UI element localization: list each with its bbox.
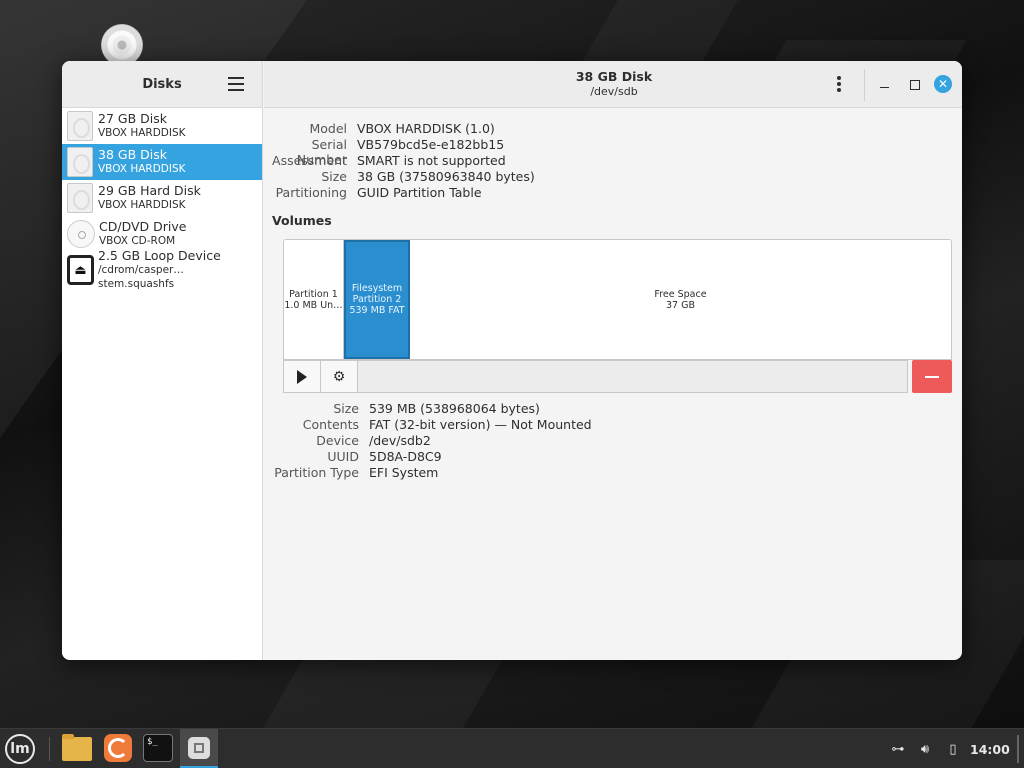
info-label: UUID [327, 449, 359, 464]
info-value: 539 MB (538968064 bytes) [369, 401, 540, 416]
disk-item-29gb[interactable]: 29 GB Hard Disk VBOX HARDDISK [62, 180, 262, 216]
clock[interactable]: 14:00 [970, 729, 1010, 768]
disks-window: Disks 27 GB Disk VBOX HARDDISK 38 GB Dis… [62, 61, 962, 660]
disk-item-loop[interactable]: ⏏ 2.5 GB Loop Device /cdrom/casper… stem… [62, 248, 262, 290]
desktop-cd-icon[interactable] [101, 24, 143, 66]
disk-name: CD/DVD Drive [99, 219, 187, 234]
info-label: Size [333, 401, 359, 416]
eject-icon: ⏏ [67, 255, 94, 285]
info-value: FAT (32-bit version) — Not Mounted [369, 417, 592, 432]
partition-info: Size 539 MB (538968064 bytes) Contents F… [264, 401, 592, 481]
part-row-type: Partition Type EFI System [264, 465, 592, 481]
volume-toolbar: ⚙ [283, 360, 908, 393]
sidebar-header: Disks [62, 61, 262, 108]
info-value: VB579bcd5e-e182bb15 [357, 137, 505, 152]
part-row-contents: Contents FAT (32-bit version) — Not Moun… [264, 417, 592, 433]
network-icon[interactable]: ⊶ [889, 729, 907, 768]
maximize-button[interactable] [906, 75, 924, 93]
disk-item-27gb[interactable]: 27 GB Disk VBOX HARDDISK [62, 108, 262, 144]
disk-name: 38 GB Disk [98, 147, 167, 162]
close-button[interactable]: ✕ [934, 75, 952, 93]
disk-info: Model VBOX HARDDISK (1.0) Serial Number … [264, 121, 535, 201]
disk-name: 27 GB Disk [98, 111, 167, 126]
info-label: Size [321, 169, 347, 184]
show-desktop-button[interactable] [1017, 735, 1019, 763]
info-label: Assessment [272, 153, 347, 168]
info-value: GUID Partition Table [357, 185, 482, 200]
more-options-icon[interactable] [836, 76, 842, 92]
header-separator [864, 69, 865, 101]
info-value: /dev/sdb2 [369, 433, 431, 448]
sidebar-title: Disks [142, 76, 182, 92]
volume-label: Filesystem [351, 283, 403, 294]
info-label: Contents [302, 417, 359, 432]
taskbar: lm $_ ⊶ 🔊︎ ▯ 14:00 [0, 728, 1024, 768]
info-row-size: Size 38 GB (37580963840 bytes) [264, 169, 535, 185]
info-row-assessment: Assessment SMART is not supported [264, 153, 535, 169]
volume-label: 1.0 MB Un… [284, 299, 343, 311]
mint-menu-icon[interactable]: lm [5, 734, 35, 764]
info-label: Partitioning [275, 185, 347, 200]
terminal-icon[interactable]: $_ [143, 734, 173, 762]
info-value: 38 GB (37580963840 bytes) [357, 169, 535, 184]
info-label: Serial Number [296, 137, 347, 167]
volume-label: 539 MB FAT [349, 305, 405, 316]
disk-item-38gb[interactable]: 38 GB Disk VBOX HARDDISK [62, 144, 262, 180]
info-value: EFI System [369, 465, 439, 480]
volume-label: Partition 1 [289, 288, 338, 300]
header-bar: 38 GB Disk /dev/sdb ✕ [264, 61, 962, 108]
files-icon[interactable] [62, 734, 92, 761]
disk-model: VBOX CD-ROM [99, 235, 176, 247]
harddisk-icon [67, 183, 93, 213]
firefox-icon[interactable] [104, 734, 132, 762]
volume-label: Partition 2 [352, 294, 402, 305]
info-row-partitioning: Partitioning GUID Partition Table [264, 185, 535, 201]
disk-model: VBOX HARDDISK [98, 127, 186, 139]
info-label: Device [316, 433, 359, 448]
disks-app-icon[interactable] [180, 729, 218, 768]
volumes-heading: Volumes [272, 213, 332, 228]
volume-partition-1[interactable]: Partition 1 1.0 MB Un… [284, 240, 344, 359]
disk-name: 2.5 GB Loop Device [98, 248, 221, 263]
disk-item-cdrom[interactable]: CD/DVD Drive VBOX CD-ROM [62, 216, 262, 252]
taskbar-separator [49, 737, 50, 761]
volume-free-space[interactable]: Free Space 37 GB [410, 240, 951, 359]
battery-icon[interactable]: ▯ [944, 729, 962, 768]
volume-partition-2[interactable]: Filesystem Partition 2 539 MB FAT [344, 240, 410, 359]
delete-partition-button[interactable] [912, 360, 952, 393]
sidebar: Disks 27 GB Disk VBOX HARDDISK 38 GB Dis… [62, 61, 263, 660]
disk-model: VBOX HARDDISK [98, 199, 186, 211]
window-title: 38 GB Disk [575, 69, 653, 84]
info-label: Model [309, 121, 347, 136]
info-value: VBOX HARDDISK (1.0) [357, 121, 495, 136]
info-row-serial: Serial Number VB579bcd5e-e182bb15 [264, 137, 535, 167]
disk-model: VBOX HARDDISK [98, 163, 186, 175]
menu-icon[interactable] [228, 77, 244, 91]
disk-model: /cdrom/casper… stem.squashfs [98, 264, 184, 290]
part-row-uuid: UUID 5D8A-D8C9 [264, 449, 592, 465]
gears-icon[interactable]: ⚙ [321, 361, 358, 392]
harddisk-icon [67, 147, 93, 177]
volume-label: Free Space [654, 288, 707, 300]
optical-disc-icon [67, 220, 95, 248]
volume-label: 37 GB [666, 299, 695, 311]
info-label: Partition Type [274, 465, 359, 480]
volumes-map: Partition 1 1.0 MB Un… Filesystem Partit… [283, 239, 952, 360]
volume-icon[interactable]: 🔊︎ [916, 729, 934, 768]
mount-play-icon[interactable] [284, 361, 321, 392]
main-pane: 38 GB Disk /dev/sdb ✕ Model VBOX HARDDIS… [264, 61, 962, 660]
harddisk-icon [67, 111, 93, 141]
disk-name: 29 GB Hard Disk [98, 183, 201, 198]
info-value: 5D8A-D8C9 [369, 449, 442, 464]
part-row-device: Device /dev/sdb2 [264, 433, 592, 449]
info-value: SMART is not supported [357, 153, 506, 168]
info-row-model: Model VBOX HARDDISK (1.0) [264, 121, 535, 137]
part-row-size: Size 539 MB (538968064 bytes) [264, 401, 592, 417]
window-subtitle: /dev/sdb [590, 85, 638, 98]
minimize-button[interactable] [876, 75, 894, 93]
